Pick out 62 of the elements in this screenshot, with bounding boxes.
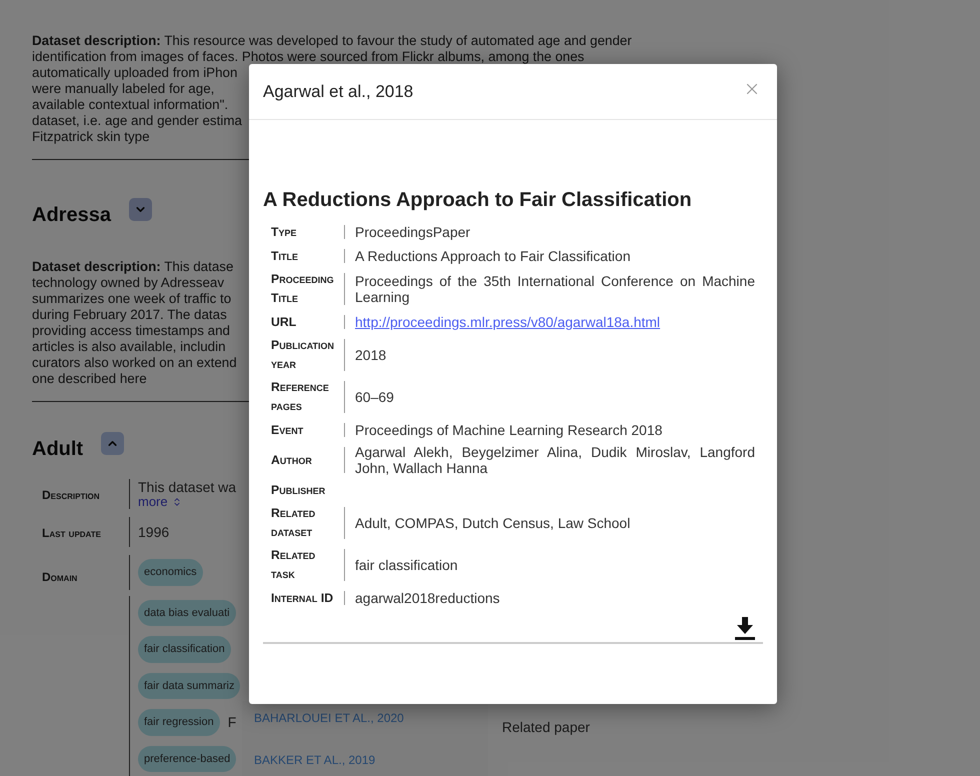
url-link[interactable]: http://proceedings.mlr.press/v80/agarwal18a.html	[355, 314, 660, 330]
property-value: Proceedings of Machine Learning Research 2018	[355, 422, 664, 438]
property-label: Proceeding Title	[271, 271, 335, 307]
property-value: Agarwal Alekh, Beygelzimer Alina, Dudik Miroslav, Langford John, Wallach Hanna	[355, 444, 755, 476]
tag-chip[interactable]: preference-based	[138, 746, 236, 772]
description-line: one described here	[32, 371, 147, 387]
property-label: Related dataset	[271, 505, 316, 541]
description-line: providing access timestamps and	[32, 323, 230, 339]
modal-title: Agarwal et al., 2018	[263, 80, 414, 103]
description-line: dataset, i.e. age and gender estima	[32, 113, 242, 129]
description-line: Fitzpatrick skin type	[32, 129, 150, 145]
property-label: Related task	[271, 547, 316, 583]
description-line: identification from images of faces. Photos were sourced from Flickr albums, among the ones	[32, 49, 584, 65]
property-label: Event	[271, 422, 304, 438]
field-value: 1996	[138, 524, 170, 540]
description-line: were manually labeled for age,	[32, 81, 214, 97]
paper-link[interactable]: BAHARLOUEI ET AL., 2020	[254, 708, 488, 726]
tag-chip[interactable]: economics	[138, 559, 203, 586]
tag-chip[interactable]: fair data summariz	[138, 672, 240, 699]
property-value: Adult, COMPAS, Dutch Census, Law School	[355, 515, 632, 531]
property-label: Internal ID	[271, 590, 334, 606]
tag-chip[interactable]: fair regression	[138, 709, 220, 736]
paper-heading: A Reductions Approach to Fair Classification	[263, 188, 693, 212]
field-value: This dataset wa	[138, 480, 236, 494]
description-line: curators also worked on an extend	[32, 355, 237, 371]
field-label: Last update	[42, 526, 101, 540]
property-value: agarwal2018reductions	[355, 590, 501, 606]
field-label: Description	[42, 488, 100, 502]
description-line: Dataset description: This datase	[32, 259, 234, 275]
property-value: A Reductions Approach to Fair Classification	[355, 248, 632, 264]
related-label: Related paper	[502, 718, 590, 737]
field-label: Domain	[42, 570, 78, 584]
tag-chip[interactable]: data bias evaluati	[138, 600, 236, 626]
tag-chip[interactable]: fair classification	[138, 636, 231, 662]
description-line: technology owned by Adresseav	[32, 275, 224, 291]
property-label: Reference pages	[271, 379, 330, 415]
property-value: ProceedingsPaper	[355, 224, 472, 240]
description-line: Dataset description: This resource was developed to favour the study of automated age and gender	[32, 33, 632, 49]
property-label: Publisher	[271, 482, 326, 498]
section-heading: Adressa	[32, 203, 111, 227]
description-line: during February 2017. The datas	[32, 307, 227, 323]
toggle-button[interactable]	[101, 432, 124, 455]
property-value: fair classification	[355, 557, 459, 573]
property-value: 60–69	[355, 389, 395, 405]
description-line: automatically uploaded from iPhon	[32, 65, 238, 81]
description-line: articles is also available, includin	[32, 339, 226, 355]
toggle-button[interactable]	[128, 198, 152, 221]
expand-icon	[172, 496, 182, 506]
property-value: 2018	[355, 347, 388, 363]
more-link[interactable]: more	[138, 494, 236, 508]
description-line: available contextual information".	[32, 97, 228, 113]
property-label: Type	[271, 224, 298, 240]
property-label: Title	[271, 248, 300, 264]
property-label: URL	[271, 314, 298, 330]
paper-link[interactable]: BAKKER ET AL., 2019	[254, 750, 488, 768]
download-icon	[735, 616, 755, 640]
section-heading: Adult	[32, 437, 84, 461]
property-value: Proceedings of the 35th International Conference on Machine Learning	[355, 273, 755, 305]
cut-text: F	[228, 712, 236, 732]
description-line: summarizes one week of traffic to	[32, 291, 232, 307]
property-label: Author	[271, 452, 313, 468]
property-label: Publication year	[271, 337, 335, 373]
